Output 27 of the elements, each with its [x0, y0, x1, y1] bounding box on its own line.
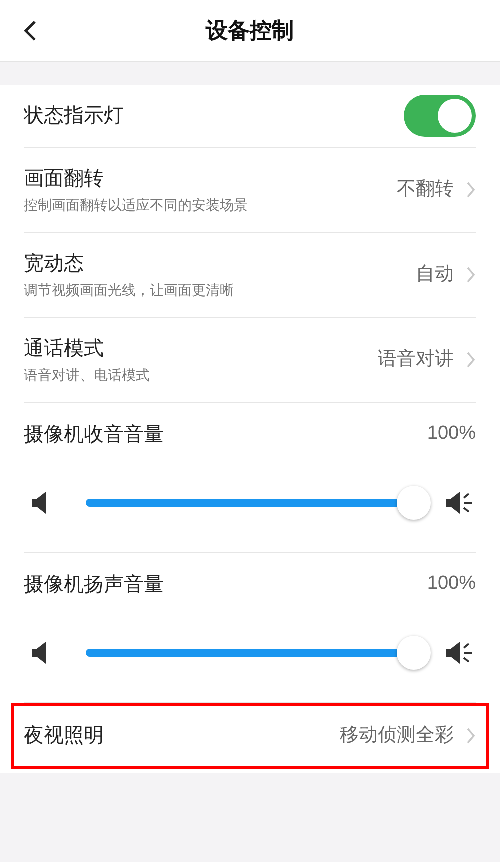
- setting-value-link[interactable]: 语音对讲: [378, 346, 476, 374]
- chevron-right-icon: [466, 181, 476, 199]
- setting-label: 状态指示灯: [24, 104, 124, 129]
- chevron-right-icon: [466, 266, 476, 284]
- slider-thumb[interactable]: [397, 486, 431, 520]
- toggle-switch[interactable]: [404, 95, 476, 137]
- setting-description: 调节视频画面光线，让画面更清晰: [24, 281, 234, 300]
- setting-value-link[interactable]: 自动: [416, 260, 476, 290]
- volume-reading: 100%: [427, 422, 476, 446]
- setting-label: 通话模式: [24, 337, 105, 362]
- slider-thumb[interactable]: [397, 636, 431, 670]
- setting-label: 夜视照明: [24, 724, 104, 749]
- setting-description: 控制画面翻转以适应不同的安装场景: [24, 196, 248, 215]
- setting-label: 摄像机扬声音量: [24, 572, 164, 598]
- setting-value-link[interactable]: 不翻转: [397, 176, 476, 204]
- chevron-right-icon: [466, 727, 476, 745]
- speaker-low-icon: [32, 642, 48, 664]
- volume-reading: 100%: [427, 572, 476, 596]
- setting-label: 摄像机收音音量: [24, 422, 164, 448]
- setting-label: 画面翻转: [24, 167, 105, 192]
- chevron-right-icon: [466, 351, 476, 369]
- page-title: 设备控制: [206, 17, 294, 45]
- back-icon: [23, 20, 37, 42]
- setting-label: 宽动态: [24, 252, 85, 277]
- setting-description: 语音对讲、电话模式: [24, 366, 150, 385]
- setting-value-link[interactable]: 移动侦测全彩: [340, 722, 476, 750]
- speaker-low-icon: [32, 492, 48, 514]
